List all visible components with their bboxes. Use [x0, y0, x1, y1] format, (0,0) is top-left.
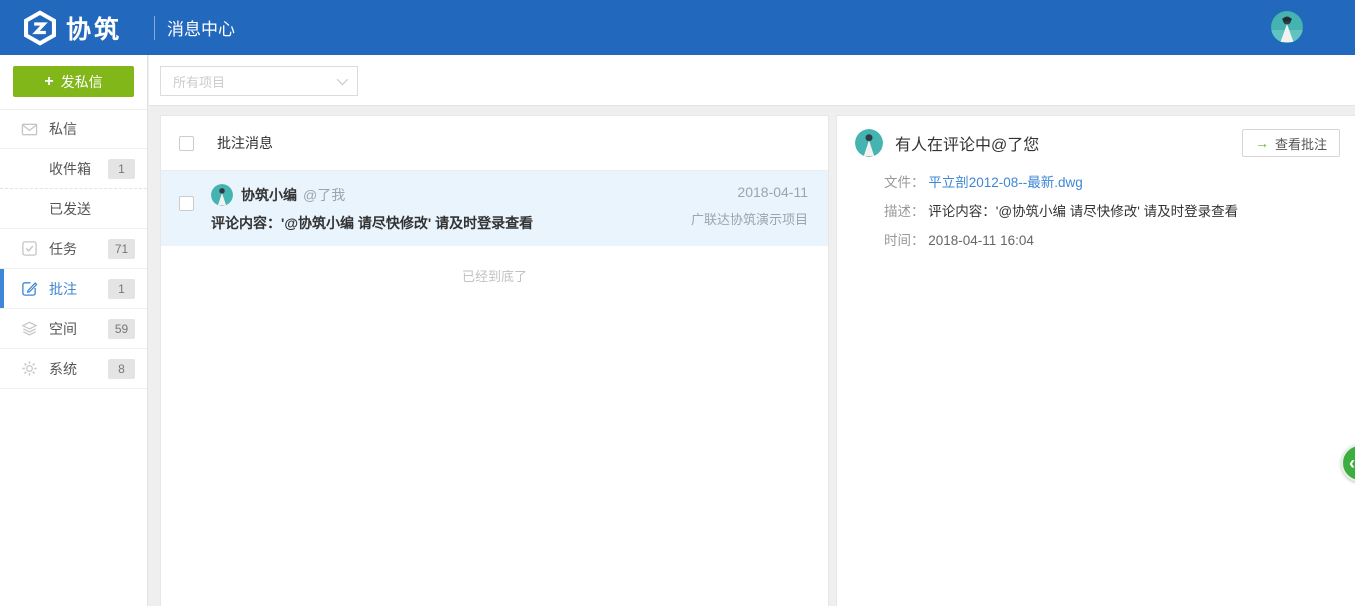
- detail-fields: 文件： 平立剖2012-08--最新.dwg 描述： 评论内容：'@协筑小编 请…: [837, 167, 1355, 251]
- message-date: 2018-04-11: [691, 184, 808, 200]
- page-title: 消息中心: [167, 15, 235, 40]
- user-avatar-image-icon: [1271, 11, 1303, 43]
- brand-logo-icon: [22, 10, 58, 46]
- message-action: @了我: [303, 185, 345, 205]
- sidebar: + 发私信 私信 收件箱 1 已发送: [0, 55, 148, 606]
- sidebar-item-annotations[interactable]: 批注 1: [0, 269, 147, 309]
- compose-button-label: 发私信: [61, 72, 103, 92]
- view-annotation-label: 查看批注: [1275, 134, 1327, 153]
- message-list-panel: 批注消息 协筑小编 @了我 评论内容：'@协筑小编 请尽快修改' 请及时登: [160, 115, 829, 606]
- sender-name: 协筑小编: [241, 185, 297, 205]
- sidebar-item-label: 空间: [49, 319, 77, 339]
- sidebar-item-inbox[interactable]: 收件箱 1: [0, 149, 147, 189]
- field-file-label: 文件：: [884, 175, 925, 190]
- chevron-left-icon: ‹: [1349, 453, 1355, 474]
- message-list-header: 批注消息: [161, 116, 828, 171]
- field-file: 文件： 平立剖2012-08--最新.dwg: [884, 173, 1337, 193]
- sidebar-item-tasks[interactable]: 任务 71: [0, 229, 147, 269]
- topbar: 协筑 消息中心: [0, 0, 1355, 55]
- file-link[interactable]: 平立剖2012-08--最新.dwg: [928, 175, 1083, 190]
- plus-icon: +: [44, 74, 53, 90]
- description-value: 评论内容：'@协筑小编 请尽快修改' 请及时登录查看: [928, 204, 1238, 219]
- sidebar-item-label: 收件箱: [49, 159, 91, 179]
- message-checkbox[interactable]: [179, 196, 194, 211]
- sender-avatar: [211, 184, 233, 206]
- select-all-checkbox[interactable]: [179, 136, 194, 151]
- message-line1: 协筑小编 @了我: [211, 184, 679, 206]
- tasks-count-badge: 71: [108, 239, 135, 259]
- sidebar-nav: 私信 收件箱 1 已发送 任务 71: [0, 109, 147, 389]
- spaces-count-badge: 59: [108, 319, 135, 339]
- message-detail-panel: 有人在评论中@了您 → 查看批注 文件： 平立剖2012-08--最新.dwg …: [836, 115, 1355, 606]
- task-icon: [21, 240, 38, 257]
- app-root: 协筑 消息中心 + 发私信: [0, 0, 1355, 606]
- compose-wrap: + 发私信: [0, 55, 147, 109]
- mail-icon: [21, 121, 38, 138]
- sidebar-item-sent[interactable]: 已发送: [0, 189, 147, 229]
- detail-avatar: [855, 129, 883, 157]
- sidebar-item-label: 已发送: [49, 199, 91, 219]
- field-time-label: 时间：: [884, 233, 925, 248]
- message-project: 广联达协筑演示项目: [691, 209, 808, 228]
- view-annotation-button[interactable]: → 查看批注: [1242, 129, 1340, 157]
- arrow-right-icon: →: [1255, 135, 1269, 151]
- brand[interactable]: 协筑: [22, 10, 122, 46]
- sidebar-item-label: 系统: [49, 359, 77, 379]
- field-description-label: 描述：: [884, 204, 925, 219]
- inbox-count-badge: 1: [108, 159, 135, 179]
- user-avatar[interactable]: [1271, 11, 1303, 43]
- time-value: 2018-04-11 16:04: [928, 233, 1034, 248]
- message-row[interactable]: 协筑小编 @了我 评论内容：'@协筑小编 请尽快修改' 请及时登录查看 2018…: [161, 171, 828, 246]
- sidebar-item-spaces[interactable]: 空间 59: [0, 309, 147, 349]
- project-filter-select[interactable]: 所有项目: [160, 66, 358, 96]
- filter-bar: 所有项目: [149, 55, 1355, 106]
- brand-name: 协筑: [66, 10, 122, 46]
- chevron-down-icon: [337, 74, 348, 85]
- message-list-title: 批注消息: [217, 133, 273, 153]
- layers-icon: [21, 320, 38, 337]
- sidebar-item-label: 批注: [49, 279, 77, 299]
- list-end-text: 已经到底了: [161, 246, 828, 285]
- annotation-icon: [21, 280, 38, 297]
- sidebar-item-label: 任务: [49, 239, 77, 259]
- compose-message-button[interactable]: + 发私信: [13, 66, 134, 97]
- sidebar-item-system[interactable]: 系统 8: [0, 349, 147, 389]
- topbar-divider: [154, 16, 155, 40]
- sidebar-item-label: 私信: [49, 119, 77, 139]
- annotations-count-badge: 1: [108, 279, 135, 299]
- message-content: 评论内容：'@协筑小编 请尽快修改' 请及时登录查看: [211, 213, 679, 233]
- project-filter-value: 所有项目: [173, 72, 225, 91]
- message-meta: 2018-04-11 广联达协筑演示项目: [691, 184, 808, 228]
- field-time: 时间： 2018-04-11 16:04: [884, 231, 1337, 251]
- system-count-badge: 8: [108, 359, 135, 379]
- message-main: 协筑小编 @了我 评论内容：'@协筑小编 请尽快修改' 请及时登录查看: [211, 184, 679, 233]
- detail-header: 有人在评论中@了您 → 查看批注: [837, 116, 1355, 167]
- gear-icon: [21, 360, 38, 377]
- detail-title: 有人在评论中@了您: [895, 131, 1242, 155]
- field-description: 描述： 评论内容：'@协筑小编 请尽快修改' 请及时登录查看: [884, 202, 1337, 222]
- sidebar-item-private-message[interactable]: 私信: [0, 109, 147, 149]
